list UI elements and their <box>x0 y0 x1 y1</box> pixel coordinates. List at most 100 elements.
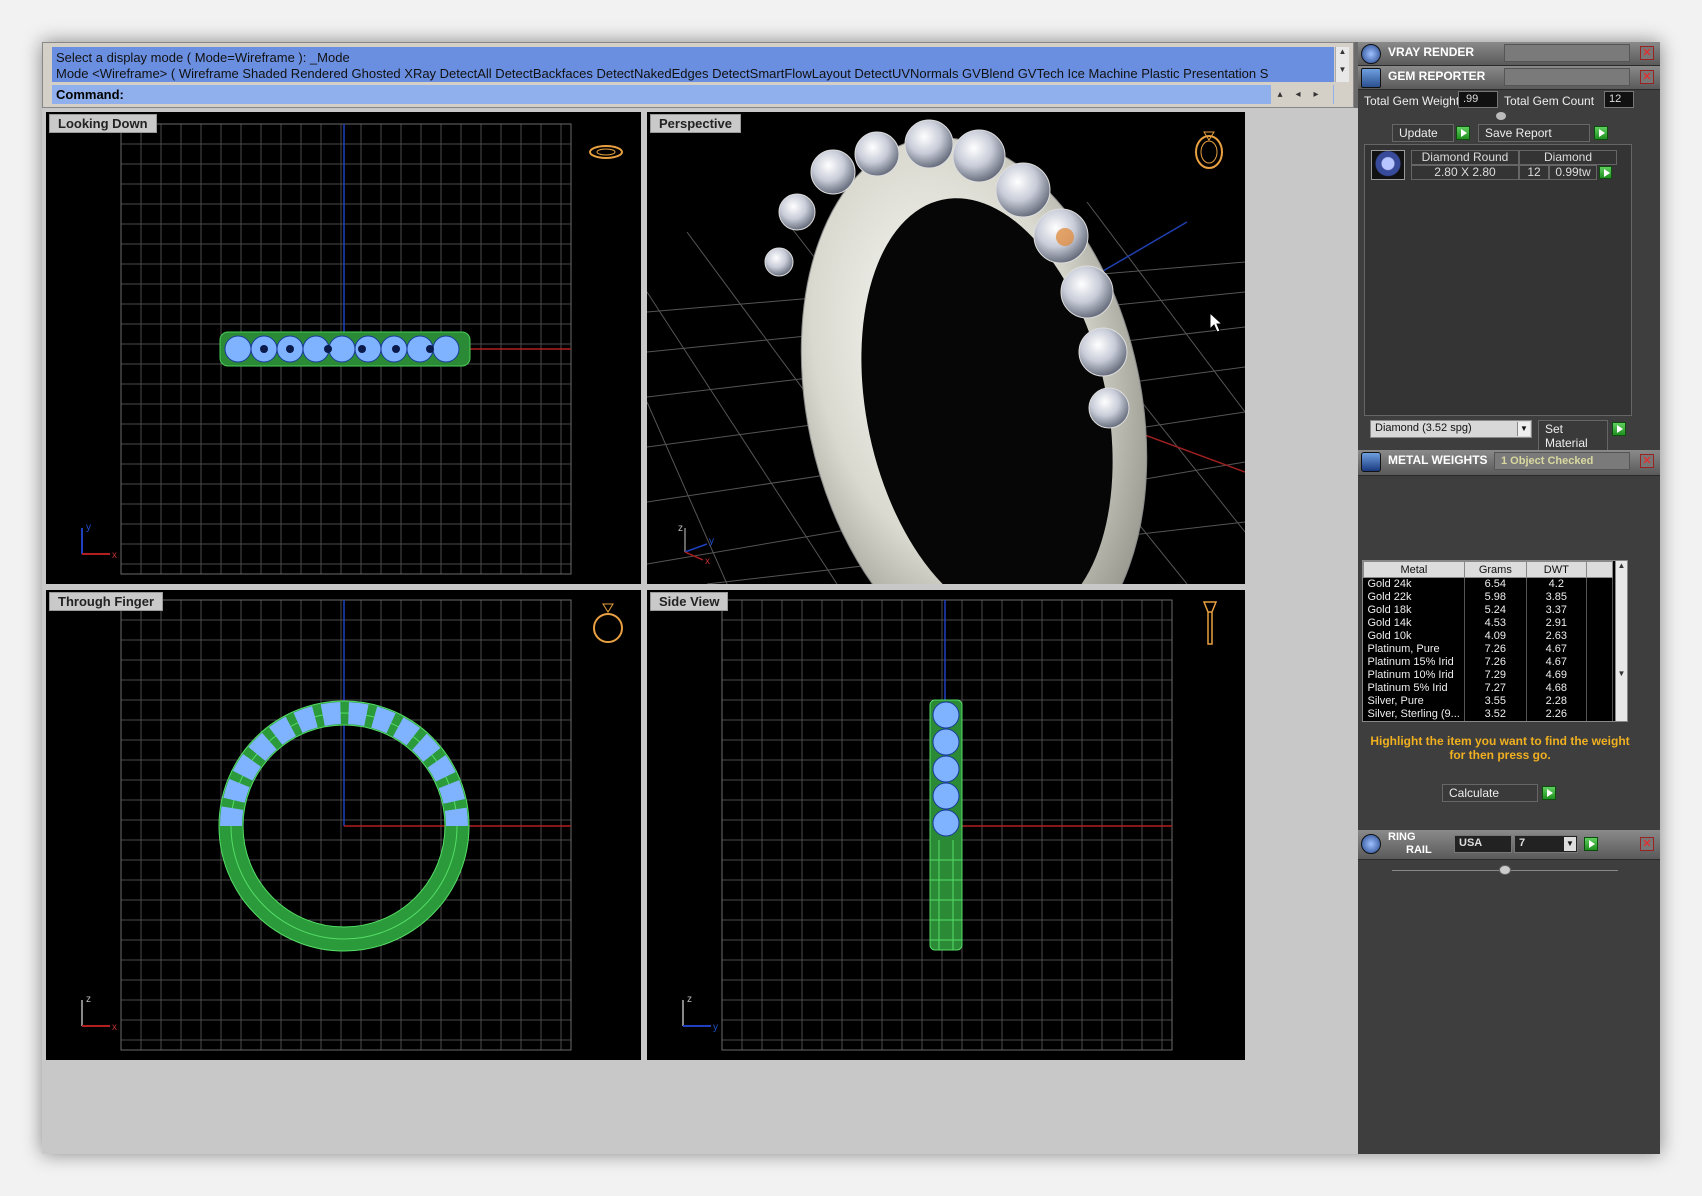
scroll-left-icon[interactable]: ◂ <box>1289 85 1307 104</box>
close-icon[interactable]: ✕ <box>1640 46 1654 60</box>
chevron-down-icon[interactable]: ▼ <box>1517 422 1530 436</box>
table-row[interactable]: Silver, Sterling (9... 3.52 2.26 <box>1363 708 1614 721</box>
scroll-expand-icon[interactable]: ▴ <box>1271 85 1289 104</box>
gem-list[interactable]: Diamond Round Diamond 2.80 X 2.80 12 0.9… <box>1364 144 1632 416</box>
axis-label-z: z <box>687 994 692 1005</box>
dwt-value: 2.91 <box>1526 617 1587 630</box>
wireframe-side-view <box>721 599 1173 1051</box>
command-history[interactable]: Select a display mode ( Mode=Wireframe )… <box>52 47 1334 82</box>
gem-thumbnail <box>1371 150 1405 180</box>
table-row[interactable]: Gold 14k 4.53 2.91 <box>1363 617 1614 630</box>
dwt-value: 4.68 <box>1526 682 1587 695</box>
close-icon[interactable]: ✕ <box>1640 837 1654 851</box>
gem-name: Diamond Round <box>1411 150 1519 165</box>
table-row[interactable]: Gold 22k 5.98 3.85 <box>1363 591 1614 604</box>
grams-value: 7.27 <box>1464 682 1527 695</box>
ring-rail-header[interactable]: RING RAIL USA 7 ▼ ✕ <box>1358 830 1660 860</box>
save-report-button[interactable]: Save Report <box>1478 124 1590 142</box>
command-line[interactable]: Command: <box>52 85 1334 104</box>
update-button[interactable]: Update <box>1392 124 1454 142</box>
table-row[interactable]: Gold 10k 4.09 2.63 <box>1363 630 1614 643</box>
viewport-area: Looking Down y x Perspective z y x Throu… <box>42 108 1358 1154</box>
chevron-down-icon[interactable]: ▼ <box>1564 837 1576 851</box>
ring-rail-title: RING RAIL <box>1388 831 1432 857</box>
grams-value: 5.24 <box>1464 604 1527 617</box>
gem-type: Diamond <box>1519 150 1617 165</box>
close-icon[interactable]: ✕ <box>1640 70 1654 84</box>
gem-list-item[interactable]: Diamond Round Diamond 2.80 X 2.80 12 0.9… <box>1371 150 1617 180</box>
dwt-value: 4.67 <box>1526 656 1587 669</box>
plugin-panel: VRAY RENDER ✕ GEM REPORTER ✕ Total Gem W… <box>1358 42 1660 1154</box>
flask-icon <box>1361 452 1381 472</box>
grams-value: 4.09 <box>1464 630 1527 643</box>
scroll-right-icon[interactable]: ▸ <box>1307 85 1325 104</box>
dwt-value: 2.28 <box>1526 695 1587 708</box>
axis-indicator-xz: z x <box>81 994 117 1032</box>
metal-name: Platinum 5% Irid <box>1363 682 1465 695</box>
gem-reporter-header[interactable]: GEM REPORTER ✕ <box>1358 66 1660 90</box>
vray-render-header[interactable]: VRAY RENDER ✕ <box>1358 42 1660 66</box>
column-header[interactable]: Grams <box>1463 561 1527 578</box>
set-material-button[interactable]: Set Material <box>1538 420 1608 452</box>
table-row[interactable]: Gold 18k 5.24 3.37 <box>1363 604 1614 617</box>
viewport-title[interactable]: Side View <box>650 592 729 611</box>
gem-reporter-title: GEM REPORTER <box>1388 69 1486 83</box>
ring-rail-title-line2: RAIL <box>1406 844 1432 856</box>
command-scroll-arrows[interactable]: ▴ ◂ ▸ <box>1271 85 1333 104</box>
wireframe-top-view <box>120 123 572 575</box>
update-go-icon[interactable] <box>1456 126 1470 140</box>
viewport-title[interactable]: Looking Down <box>49 114 157 133</box>
ring-rail-go-icon[interactable] <box>1584 837 1598 851</box>
table-row[interactable]: Silver, Pure 3.55 2.28 <box>1363 695 1614 708</box>
command-history-scrollbar[interactable]: ▲ ▼ <box>1335 47 1349 82</box>
calculate-button[interactable]: Calculate <box>1442 784 1538 802</box>
metal-name: Gold 14k <box>1363 617 1465 630</box>
column-header[interactable]: Metal <box>1363 561 1465 578</box>
dwt-value: 2.63 <box>1526 630 1587 643</box>
table-row[interactable]: Platinum 10% Irid 7.29 4.69 <box>1363 669 1614 682</box>
app-window: Select a display mode ( Mode=Wireframe )… <box>42 42 1660 1154</box>
grams-value: 3.55 <box>1464 695 1527 708</box>
table-header-row: Metal Grams DWT <box>1363 561 1614 578</box>
grams-value: 5.98 <box>1464 591 1527 604</box>
table-row[interactable]: Gold 24k 6.54 4.2 <box>1363 577 1614 591</box>
save-report-go-icon[interactable] <box>1594 126 1608 140</box>
ring-region-field[interactable]: USA <box>1454 835 1512 853</box>
total-weight-label: Total Gem Weight <box>1364 94 1460 108</box>
vray-tab[interactable] <box>1504 44 1630 62</box>
table-row[interactable]: Platinum, Pure 7.26 4.67 <box>1363 643 1614 656</box>
calculate-go-icon[interactable] <box>1542 786 1556 800</box>
collapse-handle-icon[interactable] <box>1496 112 1506 120</box>
metal-weights-status: 1 Object Checked <box>1494 452 1630 470</box>
axis-indicator-xyz: z y x <box>678 523 714 564</box>
ring-size-slider-handle[interactable] <box>1499 865 1511 875</box>
column-header[interactable]: DWT <box>1525 561 1587 578</box>
axis-label-x: x <box>705 556 710 564</box>
gem-weight: 0.99tw <box>1549 165 1597 180</box>
ring-rail-title-line1: RING <box>1388 831 1416 843</box>
viewport-perspective[interactable]: Perspective z y x <box>647 112 1245 584</box>
viewport-title[interactable]: Perspective <box>650 114 741 133</box>
viewport-through-finger[interactable]: Through Finger z x <box>46 590 641 1060</box>
axis-label-z: z <box>86 994 91 1005</box>
metal-weights-header[interactable]: METAL WEIGHTS 1 Object Checked ✕ <box>1358 450 1660 476</box>
set-material-go-icon[interactable] <box>1612 422 1626 436</box>
gem-go-icon[interactable] <box>1599 166 1612 179</box>
metal-weights-scrollbar[interactable]: ▲ ▼ <box>1615 561 1627 721</box>
table-row[interactable]: Platinum 5% Irid 7.27 4.68 <box>1363 682 1614 695</box>
viewport-title[interactable]: Through Finger <box>49 592 164 611</box>
table-row[interactable]: Platinum 15% Irid 7.26 4.67 <box>1363 656 1614 669</box>
metal-name: Silver, Sterling (9... <box>1363 708 1465 721</box>
axis-indicator-yz: z y <box>682 994 718 1032</box>
material-select[interactable]: Diamond (3.52 spg) ▼ <box>1370 420 1532 438</box>
dwt-value: 3.37 <box>1526 604 1587 617</box>
viewport-looking-down[interactable]: Looking Down y x <box>46 112 641 584</box>
metal-name: Gold 10k <box>1363 630 1465 643</box>
vray-render-title: VRAY RENDER <box>1388 45 1475 59</box>
close-icon[interactable]: ✕ <box>1640 454 1654 468</box>
viewport-side-view[interactable]: Side View z y <box>647 590 1245 1060</box>
ring-top-icon <box>589 145 623 159</box>
gem-reporter-tab[interactable] <box>1504 68 1630 86</box>
ring-size-select[interactable]: 7 ▼ <box>1514 835 1578 853</box>
metal-weights-table[interactable]: Metal Grams DWT Gold 24k 6.54 4.2 Gold 22k… <box>1362 560 1628 722</box>
